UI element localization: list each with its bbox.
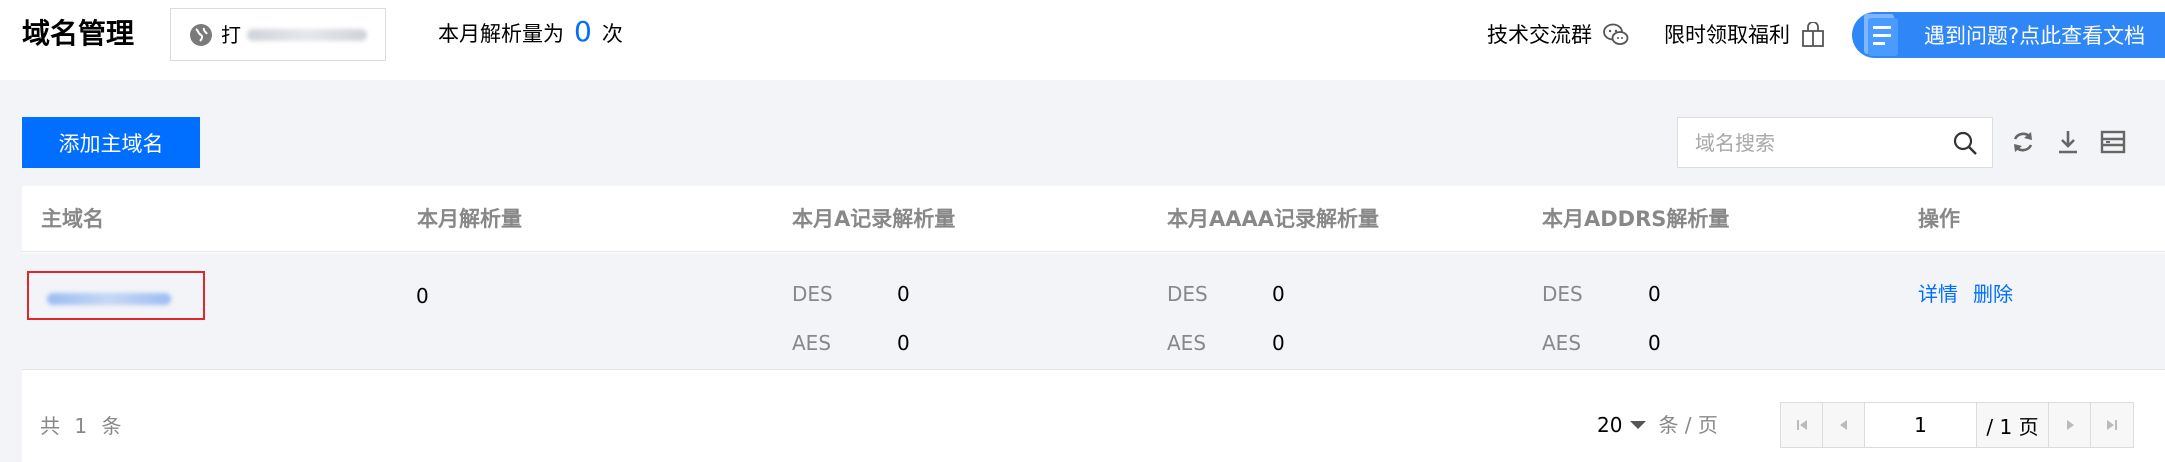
domain-search: [1677, 117, 1993, 168]
first-page-icon: [1796, 420, 1807, 430]
page-size-selector[interactable]: 20 条 / 页: [1597, 411, 1718, 439]
community-link-label: 技术交流群: [1487, 23, 1592, 47]
column-header-aaaa-records: 本月AAAA记录解析量: [1167, 207, 1380, 231]
addrs-record-value: 0: [1648, 331, 1661, 355]
caret-down-icon: [1630, 421, 1647, 429]
total-count: 共 1 条: [40, 414, 122, 438]
top-header: 域名管理 打 本月解析量为 0 次 技术交流群 限时领取福利 遇到问题?点此查看…: [0, 0, 2165, 80]
next-page-button[interactable]: [2049, 403, 2091, 447]
monthly-prefix: 本月解析量为: [438, 22, 564, 46]
help-docs-button[interactable]: 遇到问题?点此查看文档: [1852, 12, 2165, 58]
first-page-button[interactable]: [1781, 403, 1823, 447]
a-record-value: 0: [897, 282, 910, 306]
table-header: 主域名 本月解析量 本月A记录解析量 本月AAAA记录解析量 本月ADDRS解析…: [22, 186, 2165, 252]
aaaa-record-value: 0: [1272, 331, 1285, 355]
column-header-monthly-total: 本月解析量: [417, 207, 522, 231]
page-title: 域名管理: [22, 17, 135, 50]
monthly-suffix: 次: [601, 22, 623, 46]
gift-icon: [1802, 22, 1824, 47]
monthly-resolve-summary: 本月解析量为 0 次: [438, 14, 623, 52]
wechat-icon: [1603, 23, 1629, 45]
a-record-value: 0: [897, 331, 910, 355]
globe-icon: [190, 23, 212, 46]
benefit-link[interactable]: 限时领取福利: [1664, 20, 1826, 50]
total-pages: / 1 页: [1977, 403, 2049, 447]
delete-link[interactable]: 删除: [1973, 280, 2013, 308]
monthly-total-value: 0: [416, 284, 429, 308]
pagination: / 1 页: [1780, 402, 2134, 448]
aaaa-record-value: 0: [1272, 282, 1285, 306]
monthly-count: 0: [574, 15, 592, 48]
next-page-icon: [2066, 420, 2074, 430]
community-link[interactable]: 技术交流群: [1487, 20, 1630, 50]
prev-page-button[interactable]: [1823, 403, 1865, 447]
column-header-actions: 操作: [1918, 207, 1960, 231]
add-domain-button[interactable]: 添加主域名: [22, 117, 200, 168]
detail-link[interactable]: 详情: [1918, 280, 1958, 308]
column-header-addrs-records: 本月ADDRS解析量: [1542, 207, 1730, 231]
help-docs-label: 遇到问题?点此查看文档: [1924, 24, 2146, 48]
table-row: [22, 253, 2165, 370]
addrs-record-label: AES: [1542, 331, 1582, 355]
refresh-icon[interactable]: [2008, 127, 2038, 157]
a-record-label: AES: [792, 331, 832, 355]
addrs-record-label: DES: [1542, 282, 1583, 306]
download-icon[interactable]: [2053, 127, 2083, 157]
page-size-value: 20: [1597, 413, 1623, 437]
prev-page-icon: [1839, 420, 1847, 430]
aaaa-record-label: DES: [1167, 282, 1208, 306]
column-settings-icon[interactable]: [2098, 127, 2128, 157]
current-page-input[interactable]: [1865, 403, 1977, 447]
search-icon[interactable]: [1952, 130, 1978, 156]
a-record-label: DES: [792, 282, 833, 306]
column-header-a-records: 本月A记录解析量: [792, 207, 956, 231]
benefit-link-label: 限时领取福利: [1664, 23, 1790, 47]
addrs-record-value: 0: [1648, 282, 1661, 306]
document-icon: [1864, 14, 1898, 56]
account-name-prefix: 打: [221, 22, 241, 47]
last-page-button[interactable]: [2091, 403, 2133, 447]
domain-cell-highlight: [27, 271, 205, 320]
aaaa-record-label: AES: [1167, 331, 1207, 355]
search-input[interactable]: [1695, 122, 1952, 163]
domain-name-link[interactable]: [47, 293, 171, 305]
account-selector[interactable]: 打: [170, 8, 386, 61]
page-size-unit: 条 / 页: [1658, 413, 1718, 437]
last-page-icon: [2107, 420, 2117, 430]
account-name-redacted: [247, 28, 367, 41]
column-header-domain: 主域名: [41, 207, 104, 231]
